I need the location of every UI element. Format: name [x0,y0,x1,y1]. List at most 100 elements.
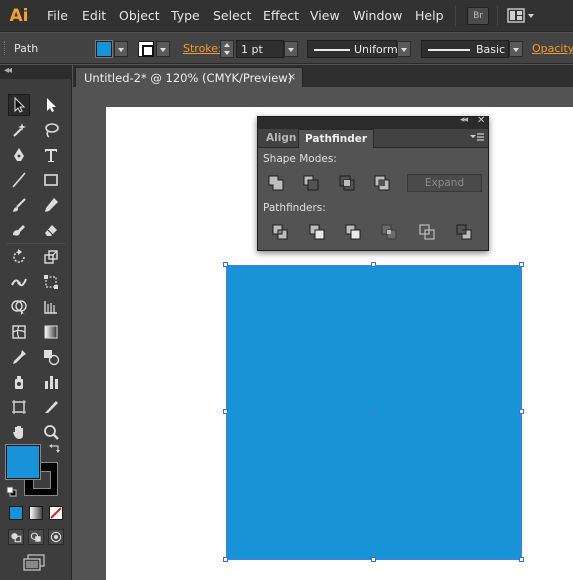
menu-object[interactable]: Object [119,8,160,23]
selection-handle[interactable] [519,409,524,414]
stroke-panel-link[interactable]: Stroke: [183,42,222,55]
fill-color-box[interactable] [5,444,41,480]
scale-tool-icon[interactable] [40,246,62,268]
menu-type[interactable]: Type [171,8,200,23]
gradient-mode-icon[interactable] [29,506,43,520]
draw-behind-icon[interactable] [28,529,44,545]
profile-dropdown-arrow[interactable] [397,41,411,57]
expand-button[interactable]: Expand [407,174,482,192]
line-segment-tool-icon[interactable] [8,169,30,191]
panel-menu-icon[interactable] [470,132,484,144]
stroke-weight-dropdown[interactable] [284,41,298,57]
selection-handle[interactable] [223,262,228,267]
draw-inside-icon[interactable] [48,529,64,545]
default-fill-stroke-icon[interactable] [6,486,17,497]
type-tool-icon[interactable] [40,144,62,166]
divide-icon[interactable] [271,223,289,241]
mesh-tool-icon[interactable] [8,321,30,343]
selection-handle[interactable] [223,409,228,414]
lasso-tool-icon[interactable] [40,119,62,141]
unite-icon[interactable] [267,174,285,192]
shape-modes-label: Shape Modes: [263,153,337,165]
selection-handle[interactable] [371,557,376,562]
column-graph-tool-icon[interactable] [40,371,62,393]
menu-help[interactable]: Help [415,8,444,23]
merge-icon[interactable] [344,223,362,241]
tab-pathfinder[interactable]: Pathfinder [298,129,375,148]
close-tab-icon[interactable]: × [287,70,296,83]
stroke-dropdown-arrow[interactable] [156,41,170,57]
menu-file[interactable]: File [47,8,68,23]
artboard-tool-icon[interactable] [8,396,30,418]
profile-label: Uniform [354,43,398,56]
arrange-documents-icon[interactable] [507,8,537,24]
document-tab[interactable]: Untitled-2* @ 120% (CMYK/Preview) × [75,67,303,87]
menu-edit[interactable]: Edit [82,8,106,23]
panel-title-bar[interactable]: ◂◂ ✕ [258,115,488,129]
symbol-sprayer-tool-icon[interactable] [8,371,30,393]
slice-tool-icon[interactable] [40,396,62,418]
gradient-tool-icon[interactable] [40,321,62,343]
menu-window[interactable]: Window [353,8,402,23]
brush-dropdown-arrow[interactable] [509,41,523,57]
shape-builder-tool-icon[interactable] [8,296,30,318]
crop-icon[interactable] [380,223,398,241]
selection-handle[interactable] [519,557,524,562]
rectangle-tool-icon[interactable] [40,169,62,191]
direct-selection-tool-icon[interactable] [40,94,62,116]
selection-handle[interactable] [371,262,376,267]
eyedropper-tool-icon[interactable] [8,346,30,368]
tools-panel-header[interactable]: ◂◂ [0,65,72,79]
draw-normal-icon[interactable] [8,529,24,545]
zoom-tool-icon[interactable] [40,421,62,443]
variable-width-profile-select[interactable]: Uniform [307,40,398,58]
document-tab-title: Untitled-2* @ 120% (CMYK/Preview) [84,71,293,85]
eraser-tool-icon[interactable] [40,219,62,241]
tab-align[interactable]: Align [260,129,302,148]
rotate-tool-icon[interactable] [8,246,30,268]
collapse-panel-icon[interactable]: ◂◂ [4,65,12,76]
exclude-icon[interactable] [373,174,391,192]
screen-mode-icon[interactable] [22,554,48,572]
pathfinder-panel: ◂◂ ✕ Align Pathfinder Shape Modes: Expan… [257,115,489,251]
brush-definition-select[interactable]: Basic [421,40,509,58]
trim-icon[interactable] [308,223,326,241]
tools-panel: ◂◂ [0,65,72,580]
opacity-panel-link[interactable]: Opacity: [532,42,573,55]
free-transform-tool-icon[interactable] [40,271,62,293]
menu-effect[interactable]: Effect [263,8,299,23]
perspective-grid-tool-icon[interactable] [40,296,62,318]
bridge-button[interactable]: Br [467,7,489,25]
pencil-tool-icon[interactable] [40,194,62,216]
fill-color-swatch[interactable] [95,40,113,58]
profile-preview-line [314,49,350,51]
outline-icon[interactable] [418,223,436,241]
menu-select[interactable]: Select [213,8,252,23]
fill-dropdown-arrow[interactable] [114,41,128,57]
magic-wand-tool-icon[interactable] [8,119,30,141]
swap-fill-stroke-icon[interactable] [49,443,61,455]
pen-tool-icon[interactable] [8,144,30,166]
close-panel-icon[interactable]: ✕ [477,115,485,126]
selection-handle[interactable] [519,262,524,267]
selection-handle[interactable] [223,557,228,562]
paintbrush-tool-icon[interactable] [8,194,30,216]
menu-separator [497,6,498,26]
selection-tool-icon[interactable] [8,94,30,116]
none-mode-icon[interactable] [49,506,63,520]
stroke-color-swatch[interactable] [138,41,154,57]
hand-tool-icon[interactable] [8,421,30,443]
minus-front-icon[interactable] [302,174,320,192]
stroke-weight-field[interactable]: 1 pt [236,40,284,58]
blob-brush-tool-icon[interactable] [8,219,30,241]
blend-tool-icon[interactable] [40,346,62,368]
panel-grip[interactable] [4,41,7,55]
app-logo: Ai [9,6,29,26]
stroke-weight-stepper[interactable] [220,40,234,58]
collapse-panel-icon[interactable]: ◂◂ [460,115,468,125]
color-mode-icon[interactable] [9,506,23,520]
minus-back-icon[interactable] [455,223,473,241]
width-tool-icon[interactable] [8,271,30,293]
intersect-icon[interactable] [338,174,356,192]
menu-view[interactable]: View [310,8,340,23]
